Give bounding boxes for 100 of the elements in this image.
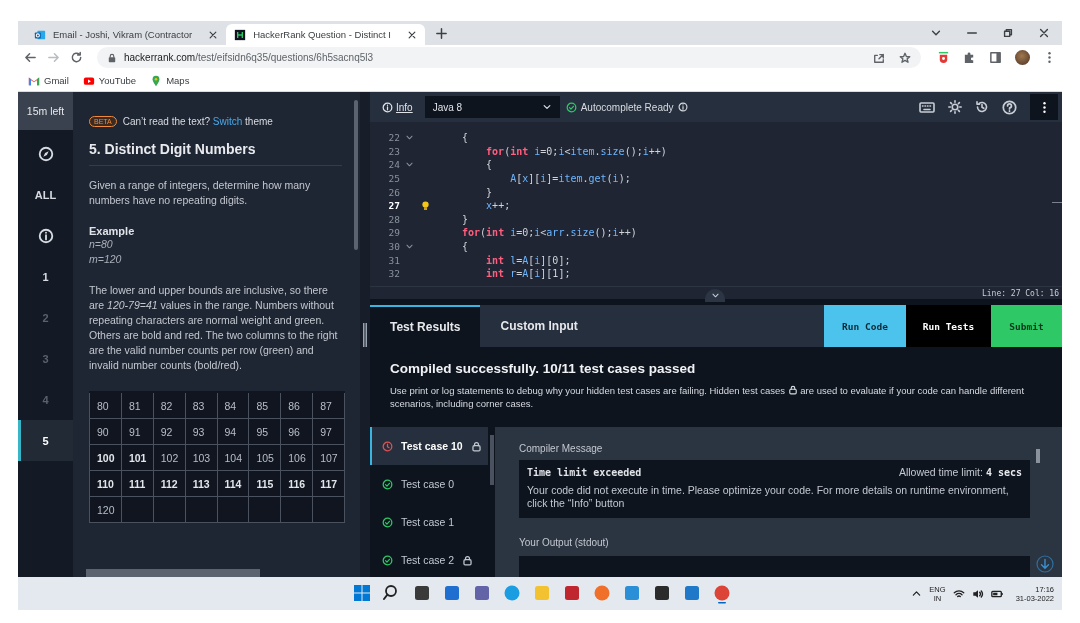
table-cell: 107: [312, 444, 345, 471]
browser-tab[interactable]: Email - Joshi, Vikram (Contractor: [26, 24, 227, 45]
table-cell: 104: [217, 444, 249, 471]
run-code-button[interactable]: Run Code: [824, 305, 906, 347]
table-cell: 80: [89, 392, 122, 419]
keyboard-icon[interactable]: [919, 99, 935, 115]
code-line: int l=A[i][0];: [485, 254, 571, 266]
example-line: m=120: [89, 252, 123, 267]
info-icon: [37, 227, 54, 244]
info-icon[interactable]: [677, 102, 688, 112]
info-link[interactable]: Info: [382, 101, 413, 113]
table-cell: 95: [248, 418, 281, 445]
scrollbar[interactable]: [86, 569, 260, 577]
hint-text: Use print or log statements to debug why your hidden test cases are failing. Hidden test cases are used to evaluate if your code can handle different scenarios, including corner cases.: [390, 384, 1026, 410]
code-line: int r=A[i][1];: [485, 268, 571, 280]
table-cell: 112: [153, 470, 186, 497]
table-cell: 84: [217, 392, 249, 419]
bookmark-link[interactable]: Maps: [150, 74, 190, 87]
close-icon[interactable]: [208, 29, 219, 40]
table-cell: 100: [89, 444, 122, 471]
language-select[interactable]: Java 8: [424, 96, 560, 118]
check-icon: [382, 478, 393, 490]
test-case-tab[interactable]: Test case 10: [370, 427, 488, 465]
line-number: 27: [387, 200, 400, 212]
test-case-tab[interactable]: Test case 0: [370, 465, 488, 503]
code-line: A[x][i]=item.get(i);: [509, 173, 631, 185]
submit-button[interactable]: Submit: [991, 305, 1062, 347]
caret-up-icon[interactable]: [911, 588, 923, 599]
example-heading: Example: [89, 225, 136, 237]
table-cell: 82: [153, 392, 186, 419]
nav-item[interactable]: 1: [18, 256, 73, 297]
reload-icon[interactable]: [70, 51, 83, 64]
table-cell: 91: [121, 418, 154, 445]
table-cell: 115: [248, 470, 281, 497]
url-text[interactable]: hackerrank.com/test/eifsidn6q35/questions/6h5sacnq5l3: [124, 52, 374, 63]
collapse-button[interactable]: [705, 289, 725, 302]
scrollbar[interactable]: [1036, 449, 1040, 463]
address-bar[interactable]: hackerrank.com/test/eifsidn6q35/questions/6h5sacnq5l3: [97, 47, 921, 68]
test-case-tab[interactable]: Test case 2: [370, 541, 488, 577]
table-cell: 111: [121, 470, 154, 497]
results-tab[interactable]: Test Results: [370, 305, 481, 347]
chevron-down-icon: [710, 291, 720, 300]
new-tab-icon[interactable]: [435, 26, 448, 40]
avatar[interactable]: [1015, 50, 1030, 65]
switch-link[interactable]: Switch: [212, 116, 243, 127]
code-line: }: [485, 186, 493, 198]
table-cell: 97: [312, 418, 345, 445]
browser-tab[interactable]: HackerRank Question - Distinct I: [226, 24, 425, 45]
problem-text: Given a range of integers, determine how many numbers have no repeating digits.: [89, 178, 312, 208]
bookmark-link[interactable]: YouTube: [82, 74, 137, 87]
error-message: Your code did not execute in time. Please optimize your code. For more details on runtime environment, click the “Info” button: [527, 484, 1010, 510]
cursor-position: Line: 27 Col: 16: [981, 288, 1060, 298]
chevron-down-icon: [541, 102, 552, 112]
wifi-icon[interactable]: [952, 587, 965, 600]
line-number: 28: [387, 213, 400, 225]
sun-icon[interactable]: [948, 100, 962, 114]
results-tab[interactable]: Custom Input: [480, 305, 598, 347]
test-case-tab[interactable]: Test case 1: [370, 503, 488, 541]
code-line: {: [485, 159, 493, 171]
table-cell: 81: [121, 392, 154, 419]
scrollbar[interactable]: [490, 435, 494, 485]
code-line: }: [462, 213, 469, 225]
check-icon: [382, 554, 393, 566]
line-number: 25: [387, 173, 400, 185]
error-title: Time limit exceeded: [527, 467, 642, 478]
star-icon[interactable]: [899, 51, 911, 64]
nav-item[interactable]: 5: [18, 420, 73, 461]
bookmark-link[interactable]: Gmail: [28, 74, 69, 87]
speaker-icon[interactable]: [971, 587, 984, 600]
resize-handle-icon[interactable]: [363, 322, 367, 347]
scroll-down-icon[interactable]: [1036, 555, 1054, 573]
back-icon[interactable]: [24, 51, 37, 64]
side-panel-icon[interactable]: [989, 51, 1002, 64]
table-cell: 96: [280, 418, 313, 445]
table-cell: 116: [280, 470, 313, 497]
nav-item[interactable]: ALL: [18, 174, 73, 215]
lightbulb-icon[interactable]: [420, 200, 430, 212]
code-editor[interactable]: 22 { 23 for(int i=0;i<item.size();i++) 24 { 25 A[x][i]=item.get(i); 26 } 27 x++; 28 } 29 for(int i=0;i<arr.size();i++) 30 { 31 int l=A[i][0]; 32 int r=A[i][1];: [370, 122, 1062, 286]
table-cell: 93: [185, 418, 217, 445]
code-line: {: [462, 241, 469, 253]
info-icon: [382, 101, 393, 113]
history-icon[interactable]: [975, 100, 989, 114]
close-icon[interactable]: [407, 29, 417, 40]
line-number: 26: [387, 186, 400, 198]
code-line: for(int i=0;i<item.size();i++): [485, 145, 667, 157]
more-button[interactable]: [1030, 94, 1058, 120]
section-label: Your Output (stdout): [519, 537, 610, 548]
table-cell: 114: [217, 470, 249, 497]
extension-icon[interactable]: [937, 51, 950, 64]
puzzle-icon[interactable]: [963, 51, 976, 64]
help-icon[interactable]: [1002, 99, 1017, 115]
restore-icon[interactable]: [1002, 27, 1014, 39]
run-tests-button[interactable]: Run Tests: [906, 305, 991, 347]
line-number: 23: [387, 145, 400, 157]
scrollbar[interactable]: [354, 100, 358, 250]
close-icon[interactable]: [1038, 27, 1050, 39]
windows-logo-icon[interactable]: [352, 583, 372, 604]
share-icon[interactable]: [873, 51, 885, 64]
lock-icon: [470, 440, 482, 452]
table-cell: 102: [153, 444, 186, 471]
